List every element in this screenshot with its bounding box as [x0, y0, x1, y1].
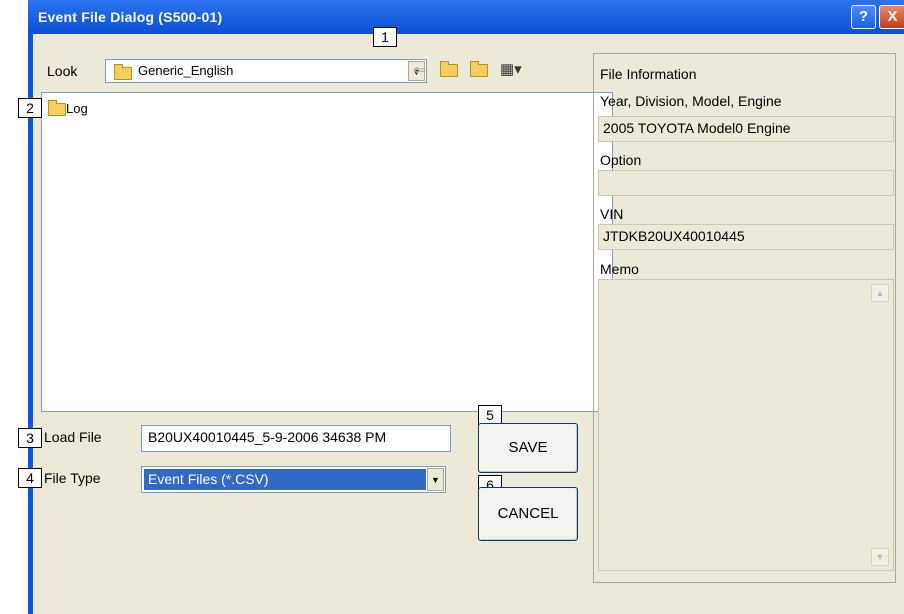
file-info-heading: File Information: [600, 66, 697, 82]
file-type-select[interactable]: Event Files (*.CSV) ▼: [141, 466, 446, 493]
help-button[interactable]: ?: [851, 5, 876, 29]
callout-2: 2: [18, 98, 42, 118]
file-type-label: File Type: [44, 470, 101, 486]
load-file-label: Load File: [44, 429, 102, 445]
callout-4: 4: [18, 468, 42, 488]
scroll-up-icon[interactable]: ▲: [871, 284, 889, 302]
ydme-field: 2005 TOYOTA Model0 Engine: [598, 116, 894, 142]
look-label: Look: [47, 63, 78, 79]
scroll-down-icon[interactable]: ▼: [871, 548, 889, 566]
chevron-down-icon[interactable]: ▼: [427, 468, 444, 491]
title-bar[interactable]: Event File Dialog (S500-01) ? X: [28, 0, 904, 34]
load-file-input[interactable]: B20UX40010445_5-9-2006 34638 PM: [141, 425, 451, 452]
option-field: [598, 170, 894, 196]
callout-1: 1: [373, 27, 397, 47]
view-menu-icon[interactable]: ▦▾: [500, 60, 522, 78]
vin-label: VIN: [600, 206, 624, 222]
file-list[interactable]: Log: [41, 92, 613, 412]
folder-icon: [48, 100, 66, 116]
file-type-value: Event Files (*.CSV): [144, 469, 426, 490]
save-button[interactable]: SAVE: [478, 423, 578, 473]
look-in-dropdown[interactable]: Generic_English ▼: [105, 59, 427, 83]
callout-3: 3: [18, 428, 42, 448]
folder-icon: [114, 64, 132, 80]
cancel-button[interactable]: CANCEL: [478, 487, 578, 541]
memo-label: Memo: [600, 261, 639, 277]
look-in-value: Generic_English: [138, 63, 234, 78]
window-title: Event File Dialog (S500-01): [38, 9, 223, 25]
memo-textarea[interactable]: ▲ ▼: [598, 279, 894, 571]
back-arrow-icon[interactable]: ⇐: [413, 60, 426, 80]
file-information-panel: File Information Year, Division, Model, …: [593, 53, 896, 583]
vin-field: JTDKB20UX40010445: [598, 224, 894, 250]
list-item[interactable]: Log: [66, 101, 88, 116]
up-folder-icon[interactable]: [440, 60, 458, 78]
new-folder-icon[interactable]: [470, 60, 488, 78]
callout-5: 5: [478, 405, 502, 425]
close-button[interactable]: X: [879, 5, 904, 29]
ydme-label: Year, Division, Model, Engine: [600, 93, 782, 109]
option-label: Option: [600, 152, 642, 168]
